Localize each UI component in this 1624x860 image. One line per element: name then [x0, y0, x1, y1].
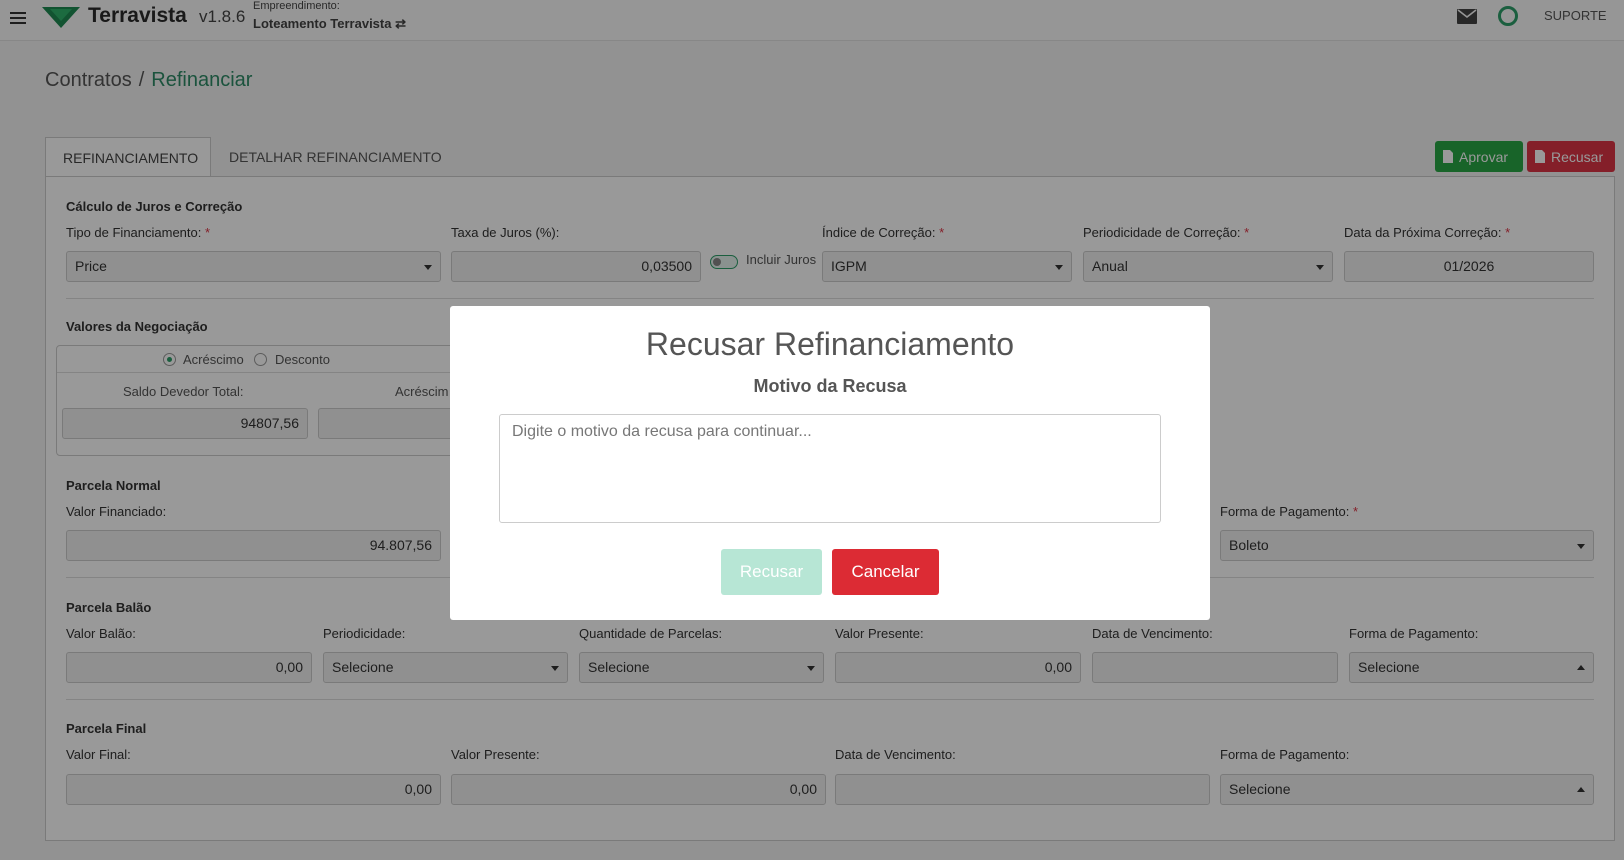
motivo-recusa-textarea[interactable] — [499, 414, 1161, 523]
modal-title: Recusar Refinanciamento — [645, 326, 1015, 362]
recusar-refinanciamento-modal: Recusar Refinanciamento Motivo da Recusa… — [450, 306, 1210, 620]
confirm-recusar-button[interactable]: Recusar — [721, 549, 822, 595]
cancel-button[interactable]: Cancelar — [832, 549, 939, 595]
modal-subtitle: Motivo da Recusa — [753, 376, 907, 396]
